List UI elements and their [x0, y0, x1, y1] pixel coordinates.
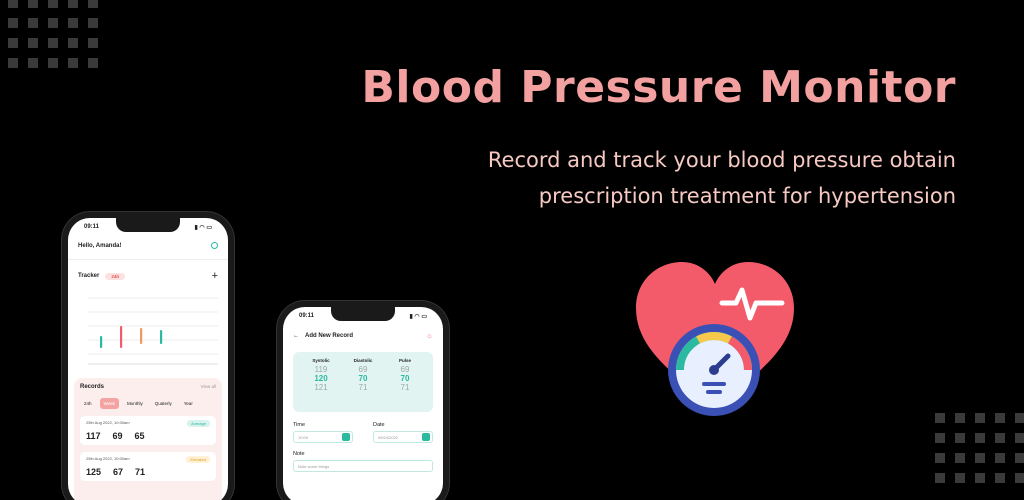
- signal-wifi-battery-icon: ▮ ◠ ▭: [409, 313, 427, 320]
- back-arrow-icon[interactable]: ←: [293, 333, 299, 339]
- picker-column-diastolic[interactable]: Diastolic 69 70 71: [343, 358, 383, 392]
- view-all-link[interactable]: View all: [201, 384, 216, 390]
- decorative-dots-bottom-right: [935, 413, 1024, 483]
- date-field[interactable]: 09/24/2022: [373, 431, 433, 443]
- date-field-group: Date 09/24/2022: [373, 422, 433, 443]
- tracker-chart: [78, 290, 218, 370]
- record-pulse: 71: [135, 467, 146, 477]
- add-record-screen: 09:11 ▮ ◠ ▭ ← Add New Record ☼ Systolic …: [283, 307, 443, 500]
- record-card[interactable]: 25th Aug 2022, 10:00am Average 117 69 65: [80, 416, 216, 445]
- note-field[interactable]: Note some things: [293, 460, 433, 472]
- add-record-title: Add New Record: [305, 332, 354, 339]
- dashboard-header: Hello, Amanda!: [68, 236, 228, 255]
- lightbulb-icon[interactable]: ☼: [426, 331, 433, 340]
- phone-dashboard: 09:11 ▮ ◠ ▭ Hello, Amanda! Tracker 24h +: [62, 212, 234, 500]
- record-diastolic: 67: [113, 467, 124, 477]
- decorative-dots-top-left: [8, 0, 98, 68]
- status-time: 09:11: [299, 313, 315, 319]
- dashboard-screen: 09:11 ▮ ◠ ▭ Hello, Amanda! Tracker 24h +: [68, 218, 228, 500]
- picker-column-pulse[interactable]: Pulse 69 70 71: [385, 358, 425, 392]
- heart-gauge-illustration: [632, 258, 798, 418]
- calendar-icon: [422, 433, 430, 441]
- add-icon[interactable]: +: [212, 270, 218, 282]
- time-field[interactable]: 10:00: [293, 431, 353, 443]
- filter-24h[interactable]: 24h: [80, 398, 96, 409]
- phone-notch: [116, 218, 180, 232]
- chart-bar: [160, 330, 163, 344]
- hero-title: Blood Pressure Monitor: [361, 62, 956, 113]
- record-date: 25th Aug 2022, 10:00am: [86, 456, 130, 461]
- tracker-label: Tracker: [78, 273, 100, 279]
- time-field-group: Time 10:00: [293, 422, 353, 443]
- divider: [68, 259, 228, 260]
- signal-wifi-battery-icon: ▮ ◠ ▭: [194, 224, 212, 231]
- greeting-text: Hello, Amanda!: [78, 242, 122, 249]
- phone-add-record: 09:11 ▮ ◠ ▭ ← Add New Record ☼ Systolic …: [277, 301, 449, 500]
- tracker-range-pill[interactable]: 24h: [105, 272, 126, 280]
- bp-picker[interactable]: Systolic 119 120 121 Diastolic 69 70 71 …: [293, 352, 433, 412]
- filter-monthly[interactable]: Monthly: [123, 398, 147, 409]
- record-systolic: 125: [86, 467, 102, 477]
- add-record-header: ← Add New Record ☼: [283, 325, 443, 346]
- record-pulse: 65: [134, 431, 145, 441]
- record-systolic: 117: [86, 431, 101, 441]
- status-badge: Elevated: [186, 456, 210, 463]
- date-label: Date: [373, 422, 385, 428]
- tracker-chart-svg: [88, 297, 218, 365]
- picker-column-systolic[interactable]: Systolic 119 120 121: [301, 358, 341, 392]
- clock-icon: [342, 433, 350, 441]
- records-header: Records View all: [80, 384, 216, 390]
- note-field-group: Note Note some things: [293, 451, 433, 472]
- record-diastolic: 69: [112, 431, 123, 441]
- records-filters: 24h Week Monthly Quaterly Year: [80, 398, 216, 409]
- record-card[interactable]: 25th Aug 2022, 10:00am Elevated 125 67 7…: [80, 452, 216, 481]
- tracker-header: Tracker 24h +: [68, 264, 228, 288]
- phone-notch: [331, 307, 395, 321]
- chart-bar: [100, 336, 103, 348]
- heart-icon: [636, 262, 794, 416]
- record-date: 25th Aug 2022, 10:00am: [86, 420, 130, 425]
- records-title: Records: [80, 384, 105, 390]
- note-label: Note: [293, 451, 305, 457]
- info-icon[interactable]: [211, 242, 218, 249]
- status-badge: Average: [187, 420, 210, 427]
- status-time: 09:11: [84, 224, 100, 230]
- hero-subtitle: Record and track your blood pressure obt…: [487, 148, 956, 208]
- records-panel: Records View all 24h Week Monthly Quater…: [74, 378, 222, 500]
- filter-quaterly[interactable]: Quaterly: [151, 398, 176, 409]
- time-label: Time: [293, 422, 306, 428]
- filter-week[interactable]: Week: [99, 398, 119, 409]
- chart-bar: [140, 328, 143, 344]
- chart-bar: [120, 326, 123, 348]
- filter-year[interactable]: Year: [180, 398, 197, 409]
